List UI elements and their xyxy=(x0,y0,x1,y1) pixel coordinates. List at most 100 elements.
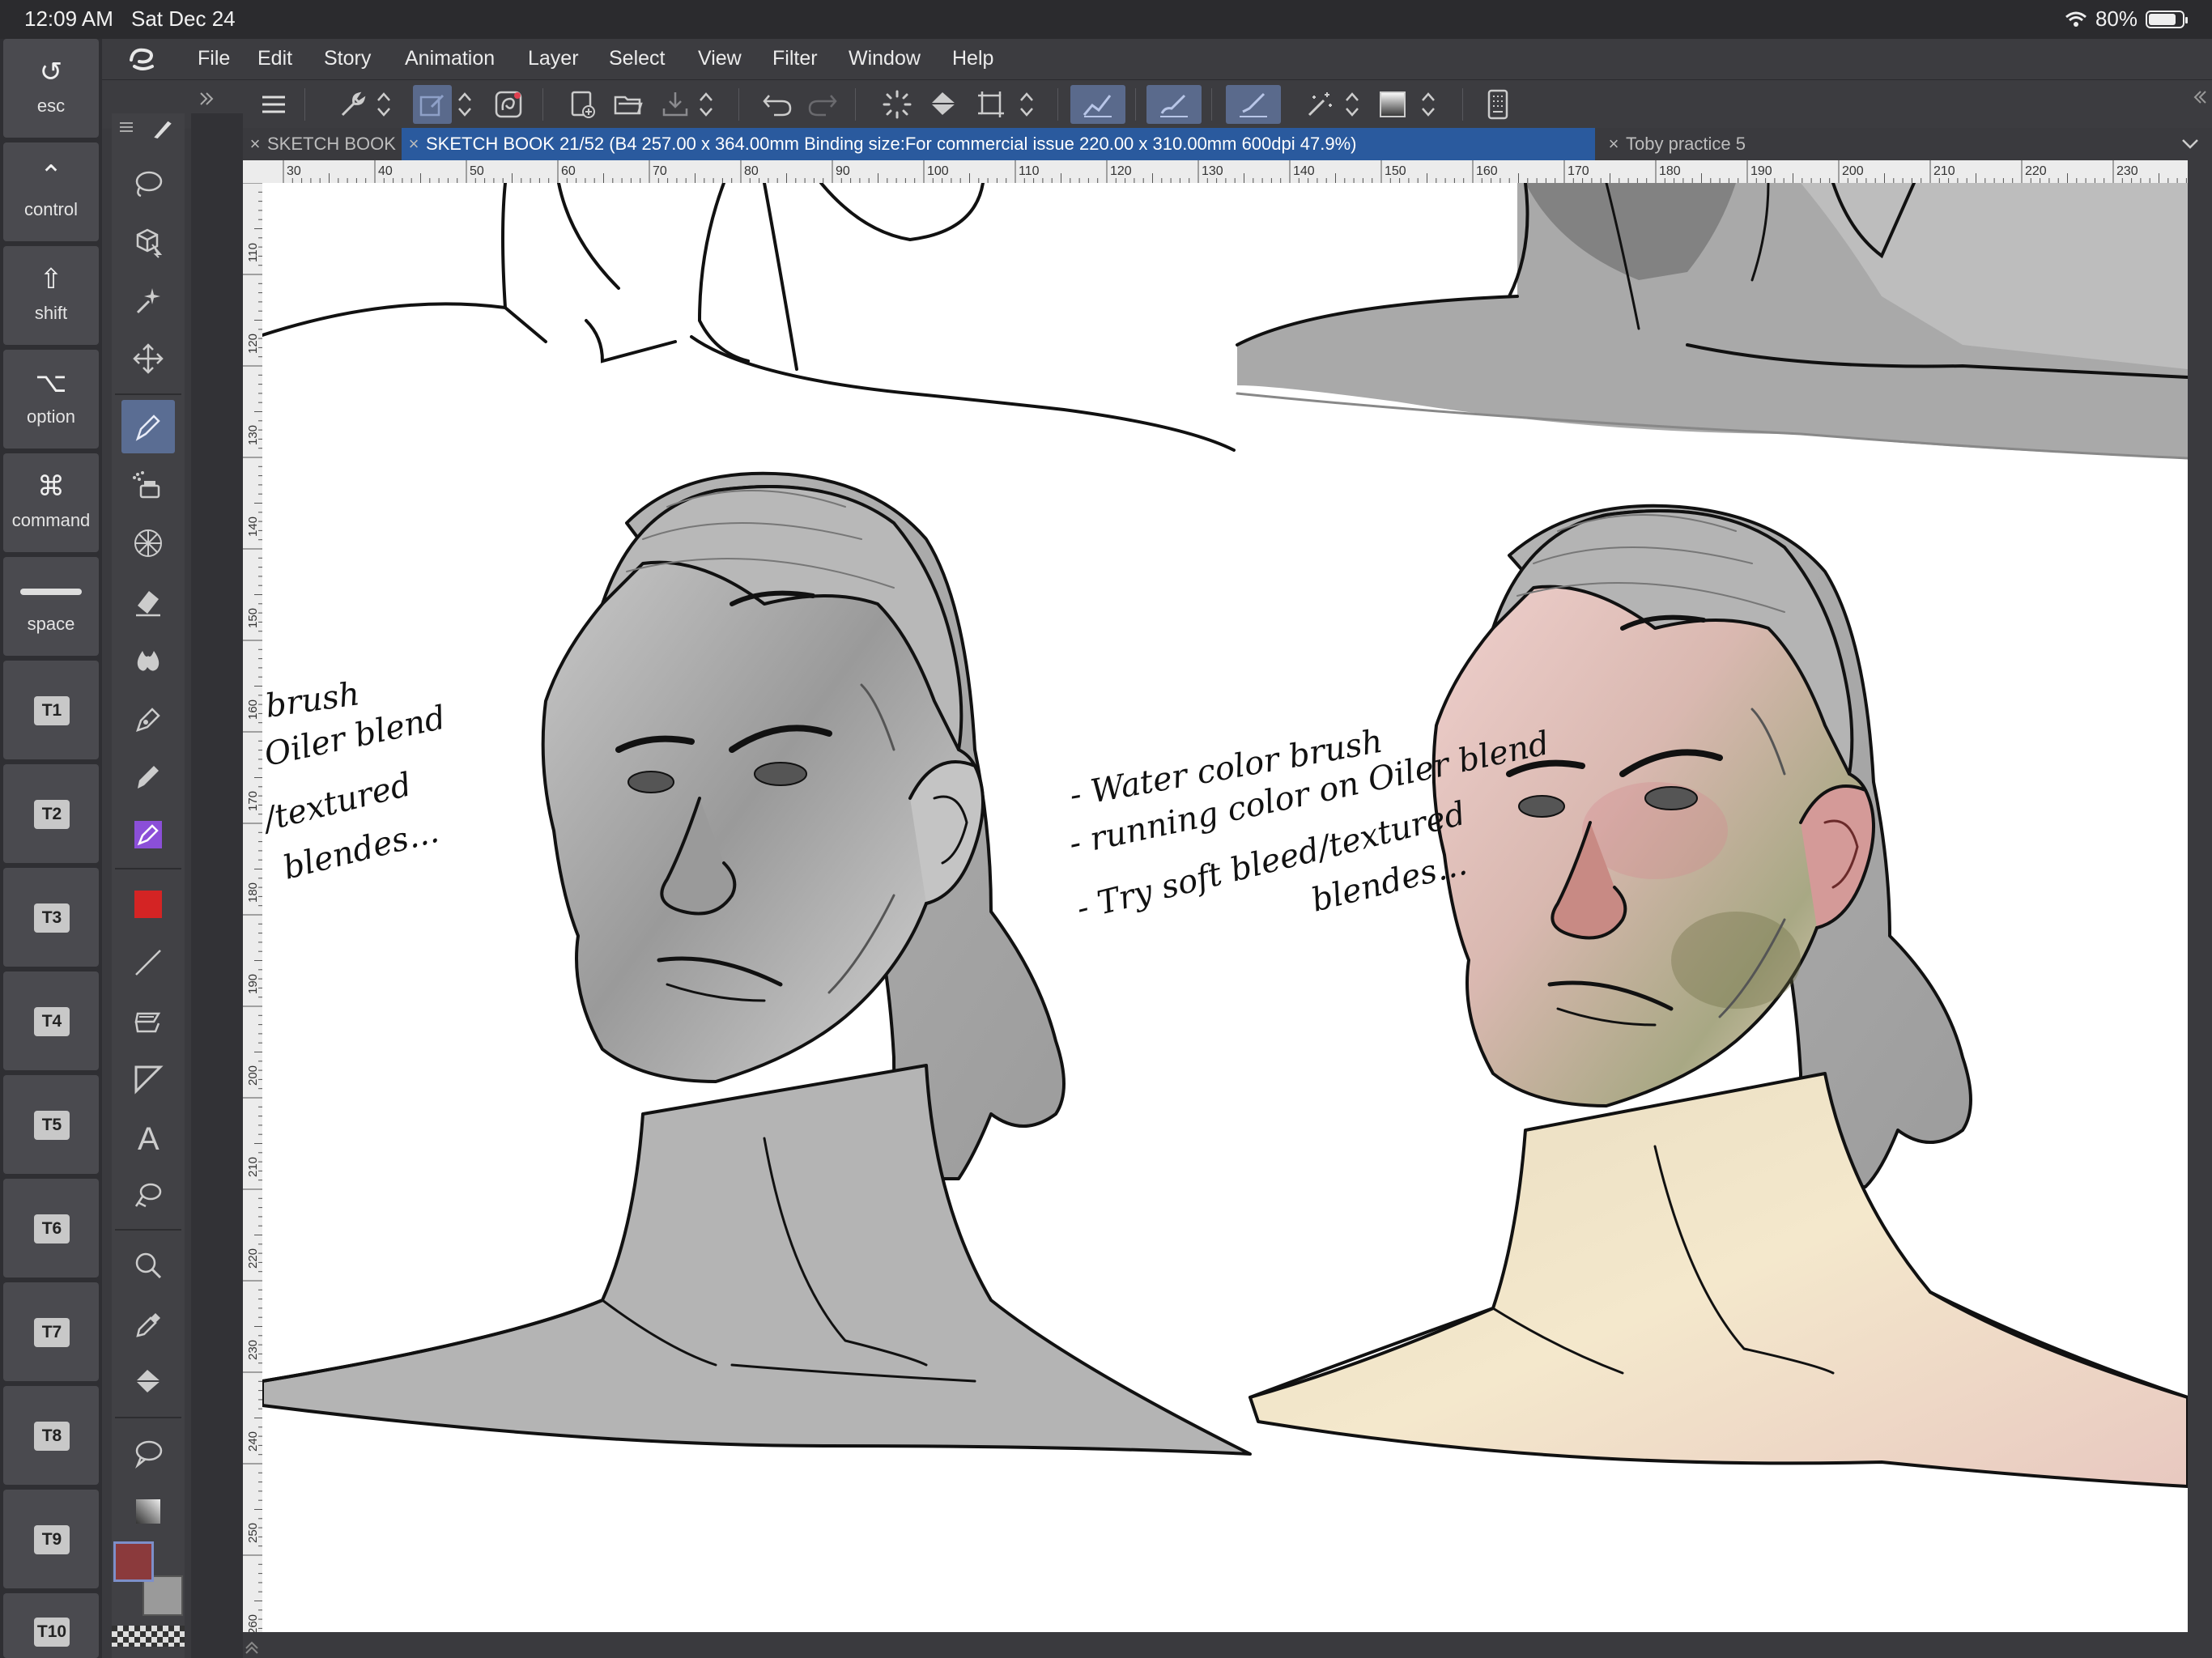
palette-menu-icon[interactable] xyxy=(118,120,134,134)
colored-portrait xyxy=(1249,504,2188,1488)
app-logo-icon[interactable] xyxy=(126,45,159,73)
bucket-icon[interactable] xyxy=(121,1355,175,1409)
eyedropper-icon[interactable] xyxy=(121,1297,175,1350)
brush-active-icon[interactable] xyxy=(1146,85,1202,124)
chevron-down-icon[interactable] xyxy=(2180,134,2201,152)
balloon-icon[interactable] xyxy=(121,1169,175,1222)
magic-star-icon[interactable] xyxy=(121,274,175,327)
tab-sketch-book-21[interactable]: × SKETCH BOOK 21/52 (B4 257.00 x 364.00mm… xyxy=(402,128,1595,160)
expand-right-icon[interactable] xyxy=(196,88,217,109)
stabilizer-icon[interactable] xyxy=(1226,85,1281,124)
collapse-right-icon[interactable] xyxy=(2189,87,2209,108)
marker-icon[interactable] xyxy=(121,750,175,803)
menu-layer[interactable]: Layer xyxy=(528,47,579,70)
keyboard-icon[interactable] xyxy=(1478,85,1517,124)
fountain-pen-icon[interactable] xyxy=(121,691,175,745)
tab-sketch-book[interactable]: × SKETCH BOOK xyxy=(243,128,400,160)
transform-icon[interactable] xyxy=(972,85,1010,124)
fill-icon[interactable] xyxy=(925,85,963,124)
airbrush-icon[interactable] xyxy=(121,458,175,512)
line-icon[interactable] xyxy=(121,936,175,989)
gradient-icon[interactable] xyxy=(1373,85,1412,124)
new-file-icon[interactable] xyxy=(564,85,602,124)
spinner-arrows-icon[interactable] xyxy=(369,85,398,124)
move-icon[interactable] xyxy=(121,332,175,385)
ruler-label: 200 xyxy=(1842,164,1864,178)
transparent-color-swatch[interactable] xyxy=(112,1626,185,1647)
text-icon[interactable]: A xyxy=(121,1111,175,1164)
t4-key[interactable]: T4 xyxy=(3,971,99,1070)
menu-view[interactable]: View xyxy=(698,47,742,70)
drawing-canvas[interactable]: brush Oiler blend /textured blendes... -… xyxy=(262,183,2188,1632)
spinner-arrows-icon[interactable] xyxy=(691,85,721,124)
menu-animation[interactable]: Animation xyxy=(405,47,495,70)
eraser-icon[interactable] xyxy=(121,575,175,628)
t1-key[interactable]: T1 xyxy=(3,661,99,759)
control-key[interactable]: ⌃ control xyxy=(3,142,99,241)
spinner-arrows-icon[interactable] xyxy=(450,85,479,124)
save-icon[interactable] xyxy=(656,85,695,124)
open-folder-icon[interactable] xyxy=(609,85,648,124)
ruler-icon[interactable] xyxy=(121,994,175,1048)
t10-key[interactable]: T10 xyxy=(3,1593,99,1658)
main-color-swatch[interactable] xyxy=(113,1541,154,1582)
tab-toby-practice[interactable]: × Toby practice 5 xyxy=(1602,128,1757,160)
t9-key[interactable]: T9 xyxy=(3,1490,99,1588)
blend-icon[interactable] xyxy=(121,633,175,687)
brush-mini-icon[interactable] xyxy=(144,110,181,147)
pattern-icon[interactable] xyxy=(121,517,175,570)
menu-edit[interactable]: Edit xyxy=(257,47,292,70)
ruler-label: 220 xyxy=(2025,164,2047,178)
pen-pressure-icon[interactable] xyxy=(1070,85,1125,124)
ruler-label: 70 xyxy=(653,164,667,178)
menu-window[interactable]: Window xyxy=(849,47,921,70)
ruler-label: 190 xyxy=(246,974,260,994)
menu-select[interactable]: Select xyxy=(609,47,665,70)
t8-key[interactable]: T8 xyxy=(3,1386,99,1485)
status-right: 80% xyxy=(2065,6,2188,32)
speech-bubble-icon[interactable] xyxy=(121,1426,175,1480)
red-color-icon[interactable] xyxy=(121,878,175,931)
space-key[interactable]: space xyxy=(3,557,99,656)
menu-story[interactable]: Story xyxy=(324,47,371,70)
undo-icon[interactable] xyxy=(758,85,797,124)
shift-key[interactable]: ⇧ shift xyxy=(3,246,99,345)
t5-key[interactable]: T5 xyxy=(3,1075,99,1174)
grayscale-portrait xyxy=(262,471,1252,1456)
lasso-icon[interactable] xyxy=(121,157,175,210)
menu-filter[interactable]: Filter xyxy=(772,47,818,70)
redo-icon[interactable] xyxy=(803,85,842,124)
wrench-icon[interactable] xyxy=(332,85,371,124)
3d-object-icon[interactable] xyxy=(121,215,175,269)
spinner-arrows-icon[interactable] xyxy=(1012,85,1041,124)
spinner-arrows-icon[interactable] xyxy=(1338,85,1367,124)
frame-icon[interactable] xyxy=(121,1052,175,1106)
loading-icon[interactable] xyxy=(878,85,917,124)
magic-wand-icon[interactable] xyxy=(1300,85,1339,124)
t7-key[interactable]: T7 xyxy=(3,1282,99,1381)
t2-key[interactable]: T2 xyxy=(3,764,99,863)
chevron-up-icon[interactable] xyxy=(243,1637,261,1655)
esc-key[interactable]: ↺ esc xyxy=(3,39,99,138)
ruler-label: 60 xyxy=(561,164,576,178)
close-icon[interactable]: × xyxy=(402,128,426,160)
purple-pen-icon[interactable] xyxy=(121,808,175,861)
layer-icon[interactable] xyxy=(489,85,528,124)
menu-icon[interactable] xyxy=(254,85,293,124)
sub-tool-gap xyxy=(191,113,243,1658)
menu-file[interactable]: File xyxy=(198,47,230,70)
menu-help[interactable]: Help xyxy=(952,47,993,70)
zoom-icon[interactable] xyxy=(121,1239,175,1292)
t6-key[interactable]: T6 xyxy=(3,1179,99,1278)
pen-icon[interactable] xyxy=(121,400,175,453)
close-icon[interactable]: × xyxy=(243,128,267,160)
command-key[interactable]: ⌘ command xyxy=(3,453,99,552)
gradient-swatch-icon[interactable] xyxy=(121,1485,175,1538)
spinner-arrows-icon[interactable] xyxy=(1414,85,1443,124)
t3-key[interactable]: T3 xyxy=(3,868,99,967)
ruler-label: 250 xyxy=(246,1523,260,1543)
vertical-ruler: 110 120 130 140 150 160 170 180 190 200 … xyxy=(243,183,263,1643)
edit-icon[interactable] xyxy=(413,85,452,124)
close-icon[interactable]: × xyxy=(1602,128,1626,160)
option-key[interactable]: ⌥ option xyxy=(3,350,99,449)
